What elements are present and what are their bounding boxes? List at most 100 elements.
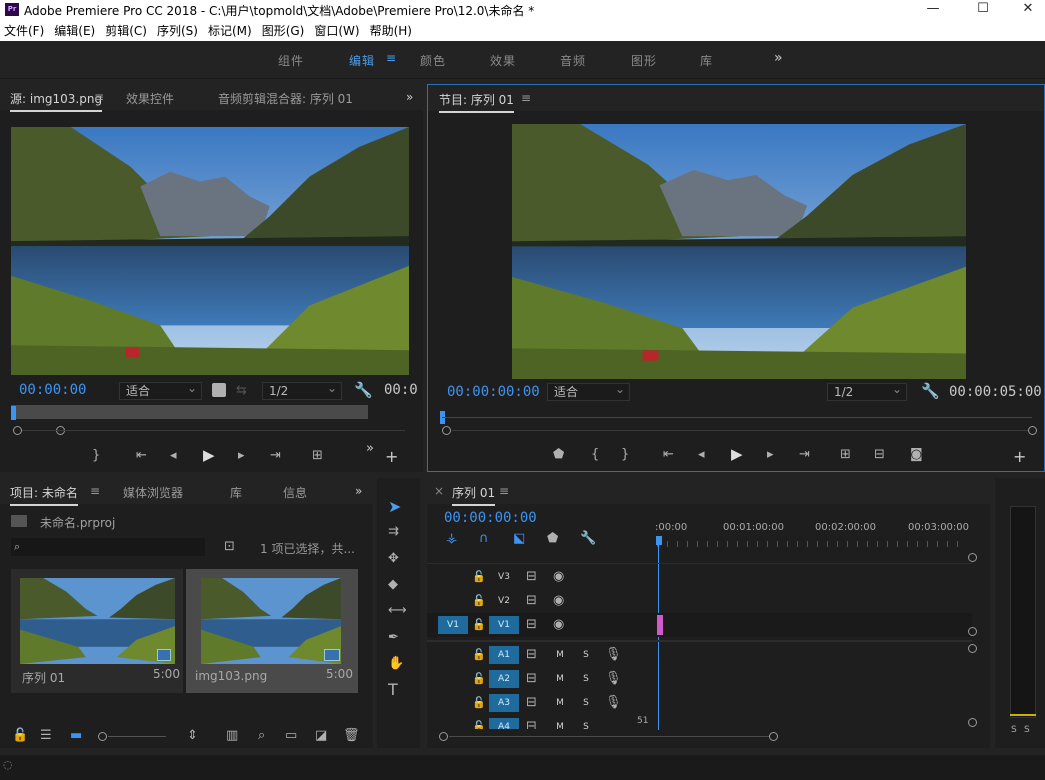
project-search-input[interactable]: [11, 538, 205, 556]
eye-icon[interactable]: ◉: [553, 569, 564, 585]
microphone-icon[interactable]: 🎙: [605, 671, 622, 687]
step-forward-icon[interactable]: ▸: [238, 448, 245, 464]
sync-lock-icon[interactable]: ⊟: [526, 719, 537, 729]
project-menu-icon[interactable]: ≡: [90, 484, 100, 498]
timeline-close-button[interactable]: ×: [434, 484, 444, 498]
hand-tool-icon[interactable]: ✋: [388, 656, 404, 672]
add-button-icon[interactable]: +: [385, 449, 398, 465]
step-forward-icon[interactable]: ▸: [767, 447, 774, 463]
workspace-color[interactable]: 颜色: [420, 52, 446, 69]
source-playhead[interactable]: [11, 406, 16, 420]
linked-selection-icon[interactable]: ⬕: [513, 531, 525, 547]
source-menu-icon[interactable]: ≡: [94, 90, 104, 104]
go-to-in-icon[interactable]: ⇤: [663, 447, 674, 463]
lock-icon[interactable]: 🔓: [12, 728, 28, 744]
project-item-image[interactable]: img103.png 5:00: [186, 569, 358, 693]
mark-in-icon[interactable]: }: [92, 448, 100, 464]
workspace-audio[interactable]: 音频: [560, 52, 586, 69]
minimize-button[interactable]: —: [910, 0, 956, 20]
play-icon[interactable]: ▶: [731, 446, 743, 462]
go-to-in-icon[interactable]: ⇤: [136, 448, 147, 464]
menu-sequence[interactable]: 序列(S): [157, 22, 198, 39]
tab-audio-clip-mixer[interactable]: 音频剪辑混合器: 序列 01: [218, 90, 353, 107]
go-to-out-icon[interactable]: ⇥: [270, 448, 281, 464]
list-view-icon[interactable]: ☰: [40, 728, 52, 744]
track-lock-icon[interactable]: 🔓: [472, 593, 486, 609]
track-v1-label[interactable]: V1: [489, 616, 519, 634]
source-time-ruler[interactable]: [11, 405, 368, 419]
mute-button[interactable]: M: [553, 646, 567, 664]
track-a3-label[interactable]: A3: [489, 694, 519, 712]
program-menu-icon[interactable]: ≡: [521, 91, 531, 105]
program-wrench-icon[interactable]: 🔧: [921, 383, 940, 399]
eye-icon[interactable]: ◉: [553, 593, 564, 609]
sort-icon[interactable]: ⇕: [187, 728, 198, 744]
mute-button[interactable]: M: [553, 670, 567, 688]
track-a1-label[interactable]: A1: [489, 646, 519, 664]
source-fit-dropdown[interactable]: 适合: [119, 380, 202, 400]
tab-program[interactable]: 节目: 序列 01: [439, 91, 514, 113]
tab-info[interactable]: 信息: [283, 484, 307, 501]
source-scroll-start-handle[interactable]: [13, 426, 22, 435]
mute-button[interactable]: M: [553, 718, 567, 729]
program-scroll-start-handle[interactable]: [442, 426, 451, 435]
track-v2-label[interactable]: V2: [489, 592, 519, 610]
hscroll-end-handle[interactable]: [769, 732, 778, 741]
timeline-settings-icon[interactable]: 🔧: [580, 531, 596, 547]
microphone-icon[interactable]: 🎙: [605, 647, 622, 663]
step-back-icon[interactable]: ◂: [170, 448, 177, 464]
new-bin-from-search-icon[interactable]: ⊡: [224, 539, 235, 555]
program-timecode-in[interactable]: 00:00:00:00: [447, 384, 540, 400]
play-icon[interactable]: ▶: [203, 447, 215, 463]
workspace-graphics[interactable]: 图形: [631, 52, 657, 69]
source-resolution-dropdown[interactable]: 1/2: [262, 380, 342, 400]
timeline-timecode[interactable]: 00:00:00:00: [444, 510, 537, 526]
solo-button[interactable]: S: [579, 646, 593, 664]
workspace-more-button[interactable]: »: [774, 50, 784, 66]
track-select-tool-icon[interactable]: ⇉: [388, 524, 399, 540]
vscroll-video-top[interactable]: [968, 553, 977, 562]
sync-lock-icon[interactable]: ⊟: [526, 593, 537, 609]
solo-button[interactable]: S: [579, 694, 593, 712]
trash-icon[interactable]: 🗑: [343, 728, 360, 744]
add-marker-icon[interactable]: ⬟: [553, 447, 564, 463]
sync-lock-icon[interactable]: ⊟: [526, 671, 537, 687]
workspace-libraries[interactable]: 库: [700, 52, 713, 69]
step-back-icon[interactable]: ◂: [698, 447, 705, 463]
add-marker-icon[interactable]: ⬟: [547, 531, 558, 547]
source-buttons-more[interactable]: »: [366, 441, 374, 457]
mark-out-icon[interactable]: }: [621, 447, 629, 463]
new-bin-icon[interactable]: ▭: [285, 728, 297, 744]
maximize-button[interactable]: ☐: [960, 0, 1006, 20]
track-lock-icon[interactable]: 🔓: [472, 617, 486, 633]
sync-lock-icon[interactable]: ⊟: [526, 647, 537, 663]
workspace-assembly[interactable]: 组件: [278, 52, 304, 69]
track-lock-icon[interactable]: 🔓: [472, 569, 486, 585]
slip-tool-icon[interactable]: ⟷: [388, 603, 407, 619]
menu-file[interactable]: 文件(F): [4, 22, 44, 39]
workspace-effects[interactable]: 效果: [490, 52, 516, 69]
extract-icon[interactable]: ⊟: [874, 447, 885, 463]
tab-timeline-sequence[interactable]: 序列 01: [452, 484, 496, 506]
track-v3-label[interactable]: V3: [489, 568, 519, 586]
source-more-button[interactable]: »: [406, 90, 413, 104]
pen-tool-icon[interactable]: ✒: [388, 630, 399, 646]
icon-view-icon[interactable]: ▬: [70, 728, 82, 744]
source-drag-icon[interactable]: ⇆: [236, 383, 247, 399]
go-to-out-icon[interactable]: ⇥: [799, 447, 810, 463]
solo-button[interactable]: S: [579, 670, 593, 688]
timeline-ruler[interactable]: [657, 541, 965, 547]
program-fit-dropdown[interactable]: 适合: [547, 381, 630, 401]
new-item-icon[interactable]: ◪: [315, 728, 327, 744]
tab-libraries[interactable]: 库: [230, 484, 242, 501]
eye-icon[interactable]: ◉: [553, 617, 564, 633]
timeline-menu-icon[interactable]: ≡: [499, 484, 509, 498]
track-lock-icon[interactable]: 🔓: [472, 671, 486, 687]
audio-solo-left[interactable]: S: [1011, 725, 1017, 735]
timeline-playhead-head[interactable]: [656, 536, 662, 545]
sync-lock-icon[interactable]: ⊟: [526, 617, 537, 633]
wrench-icon[interactable]: 🔧: [354, 382, 373, 398]
add-button-icon[interactable]: +: [1013, 449, 1026, 465]
zoom-slider-handle[interactable]: [98, 732, 107, 741]
automate-to-sequence-icon[interactable]: ▥: [226, 728, 238, 744]
